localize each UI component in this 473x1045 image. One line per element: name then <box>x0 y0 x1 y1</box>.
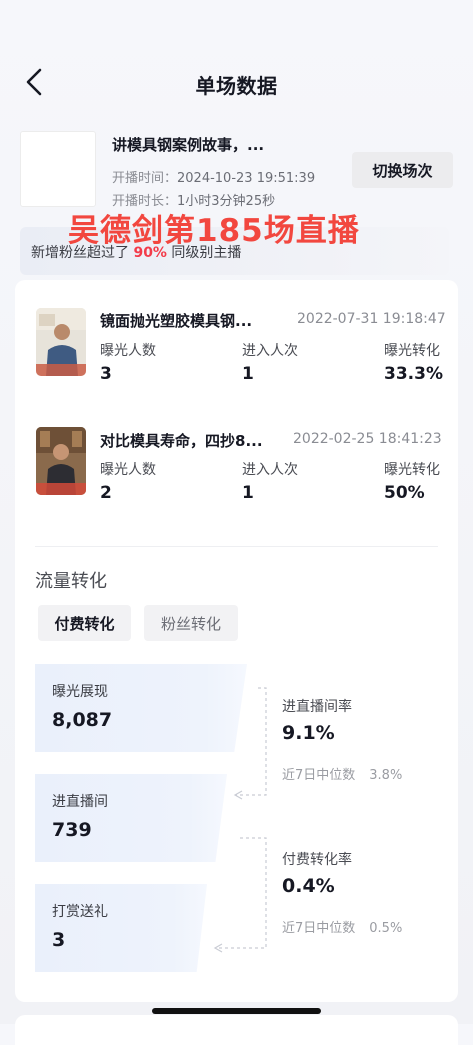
rate-label-enter: 进直播间率 <box>282 699 352 715</box>
enter-count-value: 1 <box>242 483 254 503</box>
section-title-traffic: 流量转化 <box>35 571 107 592</box>
page-title: 单场数据 <box>195 74 278 98</box>
switch-session-button[interactable]: 切换场次 <box>352 152 453 188</box>
exposure-conversion-label: 曝光转化 <box>384 462 440 478</box>
funnel-value-gift: 3 <box>52 929 66 951</box>
video-title[interactable]: 对比模具寿命，四抄8... <box>100 430 263 451</box>
enter-count-value: 1 <box>242 364 254 384</box>
start-time-value: 2024-10-23 19:51:39 <box>177 171 316 186</box>
funnel-connector-lines <box>213 687 267 953</box>
exposure-conversion-value: 33.3% <box>384 364 443 384</box>
rate-value-paid: 0.4% <box>282 875 335 897</box>
exposure-count-value: 3 <box>100 364 112 384</box>
median-enter: 近7日中位数 3.8% <box>282 764 402 783</box>
funnel-value-exposure: 8,087 <box>52 709 113 731</box>
funnel-label-exposure: 曝光展现 <box>52 684 108 700</box>
video-thumbnail[interactable] <box>36 308 86 376</box>
video-thumbnail[interactable] <box>36 427 86 495</box>
funnel-stage-enter <box>35 774 227 862</box>
funnel-label-enter: 进直播间 <box>52 794 108 810</box>
video-title[interactable]: 镜面抛光塑胶模具钢... <box>100 310 252 331</box>
tab-fan-conversion[interactable]: 粉丝转化 <box>144 605 238 641</box>
next-card <box>15 1015 458 1045</box>
median-label: 近7日中位数 <box>282 768 356 783</box>
median-value: 3.8% <box>369 768 403 783</box>
exposure-count-value: 2 <box>100 483 112 503</box>
live-start-time: 开播时间：2024-10-23 19:51:39 <box>112 167 315 186</box>
median-paid: 近7日中位数 0.5% <box>282 917 402 936</box>
live-cover-thumbnail <box>20 131 96 207</box>
median-label: 近7日中位数 <box>282 921 356 936</box>
live-title: 讲模具钢案例故事，... <box>112 136 265 154</box>
exposure-count-label: 曝光人数 <box>100 343 156 359</box>
overlay-caption: 吴德剑第185场直播 <box>68 213 360 249</box>
enter-count-label: 进入人次 <box>242 343 298 359</box>
start-time-label: 开播时间： <box>112 171 178 186</box>
video-date: 2022-02-25 18:41:23 <box>293 431 442 447</box>
exposure-conversion-value: 50% <box>384 483 425 503</box>
exposure-count-label: 曝光人数 <box>100 462 156 478</box>
rate-value-enter: 9.1% <box>282 722 335 744</box>
funnel-stage-gift <box>35 884 207 972</box>
median-value: 0.5% <box>369 921 403 936</box>
tab-paid-conversion[interactable]: 付费转化 <box>38 605 131 641</box>
enter-count-label: 进入人次 <box>242 462 298 478</box>
funnel-label-gift: 打赏送礼 <box>52 904 108 920</box>
section-divider <box>35 546 438 547</box>
home-indicator[interactable] <box>152 1008 321 1014</box>
funnel-value-enter: 739 <box>52 819 92 841</box>
exposure-conversion-label: 曝光转化 <box>384 343 440 359</box>
video-date: 2022-07-31 19:18:47 <box>297 311 446 327</box>
rate-label-paid: 付费转化率 <box>282 852 352 868</box>
